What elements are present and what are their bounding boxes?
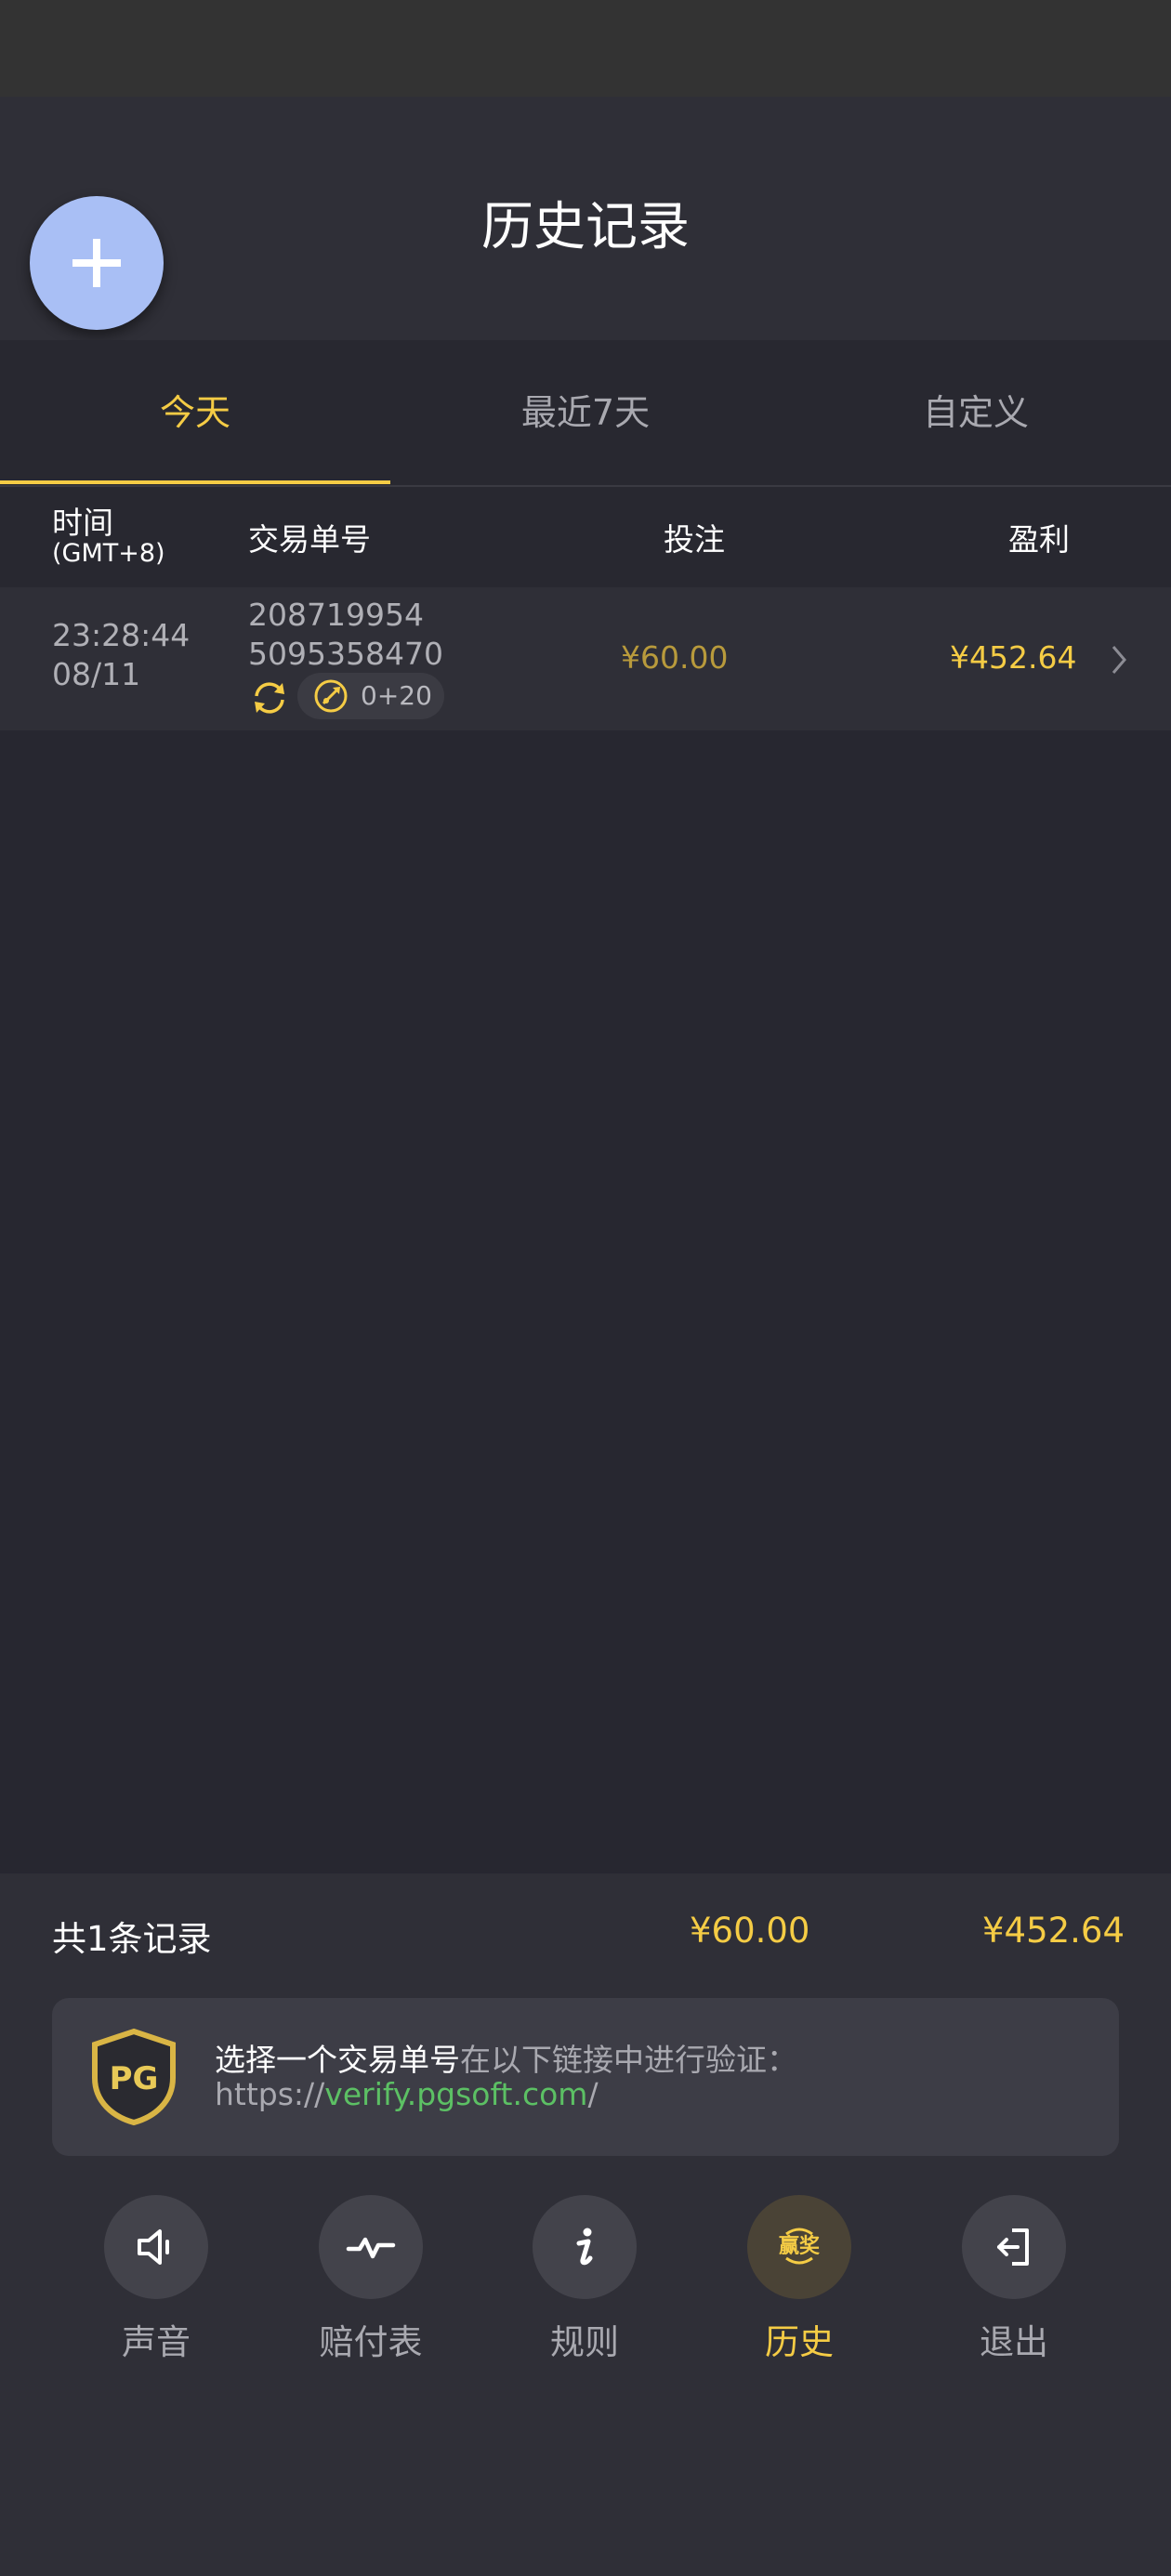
row-time: 23:28:44 [52,617,191,653]
nav-rules-button[interactable] [533,2195,637,2299]
verify-url-suffix: / [587,2076,599,2112]
table-row[interactable]: 23:28:44 08/11 208719954 5095358470 0+20… [0,587,1171,730]
chevron-right-icon [1112,646,1126,674]
nav-exit-label: 退出 [980,2322,1048,2362]
total-profit: ¥452.64 [982,1911,1125,1951]
nav-rules-label: 规则 [550,2322,619,2362]
add-button[interactable] [30,196,164,330]
nav-history-label: 历史 [765,2322,834,2362]
nav-paytable-label: 赔付表 [319,2322,423,2362]
win-icon: 赢奖 [779,2228,821,2265]
verify-instruction: 选择一个交易单号在以下链接中进行验证： [215,2035,797,2080]
free-spin-icon [314,679,348,713]
free-spins-count: 0+20 [361,680,432,711]
nav-sound-label: 声音 [122,2322,191,2362]
row-order-line2: 5095358470 [248,636,443,672]
row-profit: ¥452.64 [950,639,1077,676]
column-profit: 盈利 [1008,521,1070,558]
info-icon [576,2228,593,2266]
verify-card: PG 选择一个交易单号在以下链接中进行验证： https://verify.pg… [52,1998,1119,2156]
nav-paytable-button[interactable] [319,2195,423,2299]
tab-indicator [0,480,390,484]
status-bar [0,0,1171,97]
column-order: 交易单号 [248,521,371,558]
verify-instruction-strong: 选择一个交易单号 [215,2042,460,2078]
record-count: 共1条记录 [52,1919,212,1959]
nav-sound[interactable]: 声音 [63,2195,249,2399]
bottom-nav: 声音 赔付表 规则 赢奖 历史 退出 [0,2158,1171,2576]
page-title: 历史记录 [481,197,690,257]
nav-exit[interactable]: 退出 [921,2195,1107,2399]
pg-logo: PG [92,2028,176,2126]
column-time-zone: (GMT+8) [52,539,165,568]
pg-logo-text: PG [110,2060,159,2097]
row-order-line1: 208719954 [248,597,424,633]
speaker-icon [138,2229,169,2265]
win-icon-text: 赢奖 [779,2234,821,2258]
tab-bar: 今天 最近7天 自定义 [0,340,1171,487]
nav-sound-button[interactable] [104,2195,208,2299]
verify-url-prefix: https:// [215,2076,325,2112]
verify-instruction-rest: 在以下链接中进行验证： [460,2042,797,2078]
pulse-icon [346,2237,396,2259]
tab-custom[interactable]: 自定义 [781,340,1171,485]
refresh-icon [255,682,284,714]
nav-history-button[interactable]: 赢奖 [747,2195,851,2299]
tab-last-7-days[interactable]: 最近7天 [390,340,781,485]
row-bet: ¥60.00 [621,639,729,676]
column-time: 时间 [52,505,113,541]
column-bet: 投注 [664,521,725,558]
exit-icon [997,2228,1029,2266]
row-date: 08/11 [52,656,141,692]
verify-url-link[interactable]: verify.pgsoft.com [324,2076,587,2112]
nav-exit-button[interactable] [962,2195,1066,2299]
table-header: 时间 (GMT+8) 交易单号 投注 盈利 [0,487,1171,587]
nav-paytable[interactable]: 赔付表 [278,2195,464,2399]
records-list-area [0,730,1171,1873]
nav-rules[interactable]: 规则 [492,2195,678,2399]
total-bet: ¥60.00 [690,1911,810,1951]
nav-history[interactable]: 赢奖 历史 [706,2195,892,2399]
free-spins-badge: 0+20 [297,673,444,719]
plus-icon [72,239,121,287]
tab-today[interactable]: 今天 [0,340,390,485]
verify-url[interactable]: https://verify.pgsoft.com/ [215,2076,599,2112]
